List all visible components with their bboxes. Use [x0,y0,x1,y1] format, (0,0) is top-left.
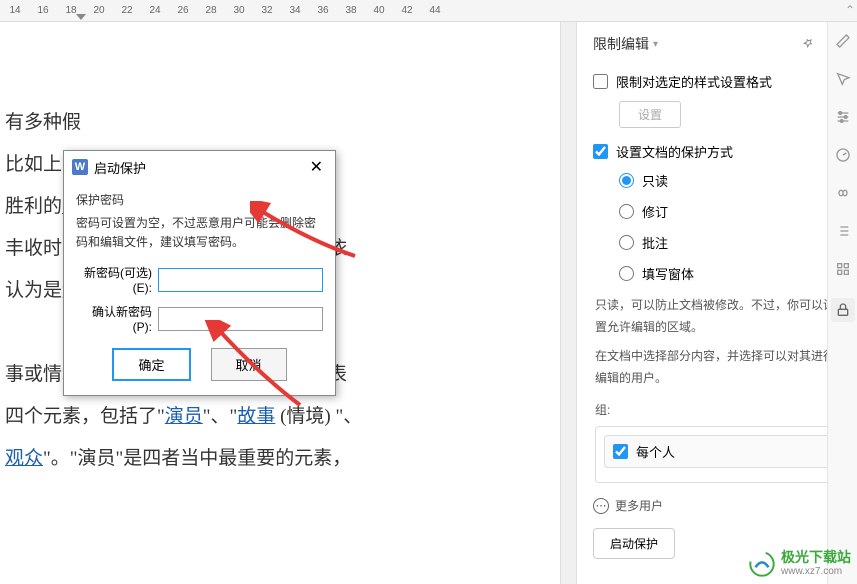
horizontal-ruler: 14 16 18 20 22 24 26 28 30 32 34 36 38 4… [0,0,857,22]
group-label: 组: [595,401,841,418]
edit-icon[interactable] [834,32,852,50]
new-password-label: 新密码(可选)(E): [76,264,152,295]
cancel-button[interactable]: 取消 [211,348,287,381]
doc-text-line: 有多种假 [5,102,560,144]
comment-radio[interactable] [619,235,634,250]
doc-link[interactable]: 观众 [5,448,43,469]
ruler-mark: 14 [5,5,25,16]
doc-link[interactable]: 演员 [165,406,203,427]
ruler-mark: 34 [285,5,305,16]
lock-icon[interactable] [831,298,855,322]
dialog-title-text: 启动保护 [94,158,146,177]
start-protect-button[interactable]: 启动保护 [593,528,675,559]
comment-label: 批注 [642,233,668,252]
fieldset-label: 保护密码 [76,191,323,208]
collapse-panel-icon[interactable]: ⌃ [845,3,855,17]
ruler-mark: 30 [229,5,249,16]
limit-format-checkbox[interactable] [593,74,608,89]
ruler-indent-marker[interactable] [76,14,86,20]
select-region-info-text: 在文档中选择部分内容，并选择可以对其进行编辑的用户。 [595,346,841,389]
ruler-mark: 44 [425,5,445,16]
ruler-mark: 40 [369,5,389,16]
format-settings-button[interactable]: 设置 [619,101,681,128]
more-icon: ⋯ [593,498,609,514]
new-password-input[interactable] [158,268,323,292]
doc-link[interactable]: 故事 [237,406,275,427]
panel-title[interactable]: 限制编辑 [593,34,658,54]
protect-method-label: 设置文档的保护方式 [616,142,733,161]
ruler-mark: 20 [89,5,109,16]
group-list: 每个人 [595,426,841,483]
track-radio[interactable] [619,204,634,219]
confirm-password-label: 确认新密码(P): [76,303,152,334]
protect-method-checkbox[interactable] [593,144,608,159]
everyone-label: 每个人 [636,442,675,461]
pin-icon[interactable] [801,35,816,53]
ruler-mark: 26 [173,5,193,16]
start-protection-dialog: W 启动保护 ✕ 保护密码 密码可设置为空，不过恶意用户可能会删除密码和编辑文件… [63,150,336,396]
track-label: 修订 [642,202,668,221]
pointer-icon[interactable] [834,70,852,88]
ok-button[interactable]: 确定 [112,348,190,381]
watermark-logo-icon [749,551,775,577]
infinity-icon[interactable] [834,184,852,202]
watermark-url: www.xz7.com [781,566,851,578]
limit-format-label: 限制对选定的样式设置格式 [616,72,772,91]
confirm-password-input[interactable] [158,307,323,331]
list-icon[interactable] [834,222,852,240]
ruler-mark: 22 [117,5,137,16]
grid-icon[interactable] [834,260,852,278]
ruler-mark: 16 [33,5,53,16]
readonly-info-text: 只读，可以防止文档被修改。不过，你可以设置允许编辑的区域。 [595,295,841,338]
ruler-mark: 24 [145,5,165,16]
ruler-mark: 28 [201,5,221,16]
watermark: 极光下载站 www.xz7.com [749,549,851,578]
readonly-label: 只读 [642,171,668,190]
everyone-checkbox[interactable] [613,444,628,459]
right-icon-rail [827,22,857,584]
ruler-mark: 32 [257,5,277,16]
dialog-hint-text: 密码可设置为空，不过恶意用户可能会删除密码和编辑文件，建议填写密码。 [76,214,323,252]
more-users-link[interactable]: ⋯ 更多用户 [593,497,841,514]
ruler-mark: 38 [341,5,361,16]
watermark-name: 极光下载站 [781,549,851,566]
dialog-app-icon: W [72,159,88,175]
ruler-mark: 36 [313,5,333,16]
dialog-close-icon[interactable]: ✕ [306,157,327,177]
doc-text-line: 四个元素，包括了"演员"、"故事 (情境) "、 [5,396,560,438]
readonly-radio[interactable] [619,173,634,188]
vertical-scrollbar[interactable] [560,22,576,584]
group-item-everyone[interactable]: 每个人 [604,435,832,468]
dashboard-icon[interactable] [834,146,852,164]
sliders-icon[interactable] [834,108,852,126]
doc-text-line: 观众"。"演员"是四者当中最重要的元素， [5,438,560,480]
restrict-editing-panel: 限制编辑 ✕ 限制对选定的样式设置格式 设置 设置文档的保护方式 [576,22,857,584]
form-label: 填写窗体 [642,264,694,283]
ruler-mark: 42 [397,5,417,16]
form-radio[interactable] [619,266,634,281]
